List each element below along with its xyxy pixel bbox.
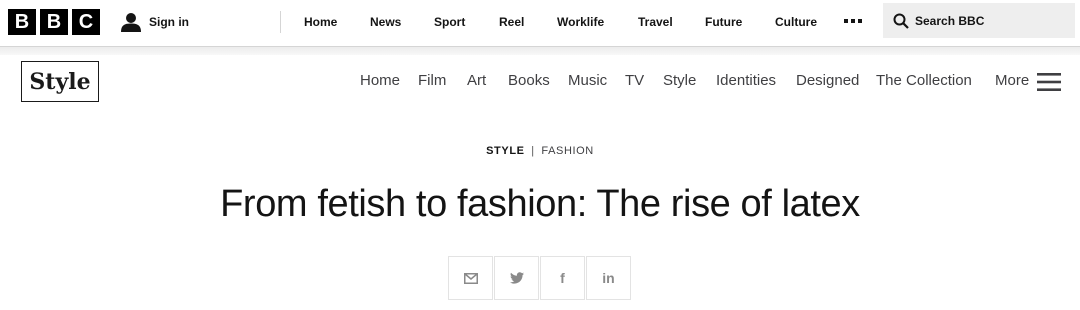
share-twitter-button[interactable] [494,256,539,300]
share-email-button[interactable] [448,256,493,300]
top-nav-future[interactable]: Future [705,0,742,46]
section-nav-the-collection[interactable]: The Collection [876,72,972,89]
top-nav-sport[interactable]: Sport [434,0,465,46]
top-divider [280,11,281,33]
ellipsis-icon [844,19,862,23]
share-linkedin-button[interactable]: in [586,256,631,300]
section-nav-music[interactable]: Music [568,72,607,89]
linkedin-icon: in [602,270,615,286]
top-nav-worklife[interactable]: Worklife [557,0,604,46]
section-nav-home[interactable]: Home [360,72,400,89]
style-section-logo[interactable]: Style [21,61,99,102]
section-nav-film[interactable]: Film [418,72,446,89]
top-nav-reel[interactable]: Reel [499,0,524,46]
article-kicker: STYLE | FASHION [0,145,1080,157]
bbc-logo[interactable]: B B C [8,9,100,35]
section-nav-designed[interactable]: Designed [796,72,859,89]
search-label: Search BBC [915,13,985,28]
sign-in-label: Sign in [149,15,189,29]
bbc-logo-letter-b2: B [40,9,68,35]
search-box[interactable]: Search BBC [883,3,1075,38]
kicker-subsection-link[interactable]: FASHION [541,145,594,157]
top-nav-culture[interactable]: Culture [775,0,817,46]
article-title: From fetish to fashion: The rise of late… [220,183,860,225]
bbc-logo-letter-c: C [72,9,100,35]
hamburger-menu-icon[interactable] [1037,72,1061,92]
email-icon [463,272,478,284]
kicker-separator: | [531,145,535,157]
share-facebook-button[interactable]: f [540,256,585,300]
section-nav-tv[interactable]: TV [625,72,644,89]
section-nav-art[interactable]: Art [467,72,486,89]
global-header: B B C Sign in Home News Sport Reel Workl… [0,0,1080,47]
more-menu-button[interactable] [843,13,863,33]
twitter-icon [509,272,524,284]
bbc-logo-letter-b1: B [8,9,36,35]
section-nav-identities[interactable]: Identities [716,72,776,89]
section-nav-style[interactable]: Style [663,72,696,89]
kicker-section-link[interactable]: STYLE [486,145,524,157]
share-buttons: f in [448,256,631,300]
facebook-icon: f [560,270,565,286]
person-icon [121,13,141,32]
top-nav-travel[interactable]: Travel [638,0,673,46]
search-icon [893,13,909,29]
header-shadow [0,47,1080,55]
top-nav-home[interactable]: Home [304,0,337,46]
section-nav-books[interactable]: Books [508,72,550,89]
sign-in-link[interactable]: Sign in [120,9,189,35]
section-nav-more[interactable]: More [995,72,1029,89]
top-nav-news[interactable]: News [370,0,401,46]
